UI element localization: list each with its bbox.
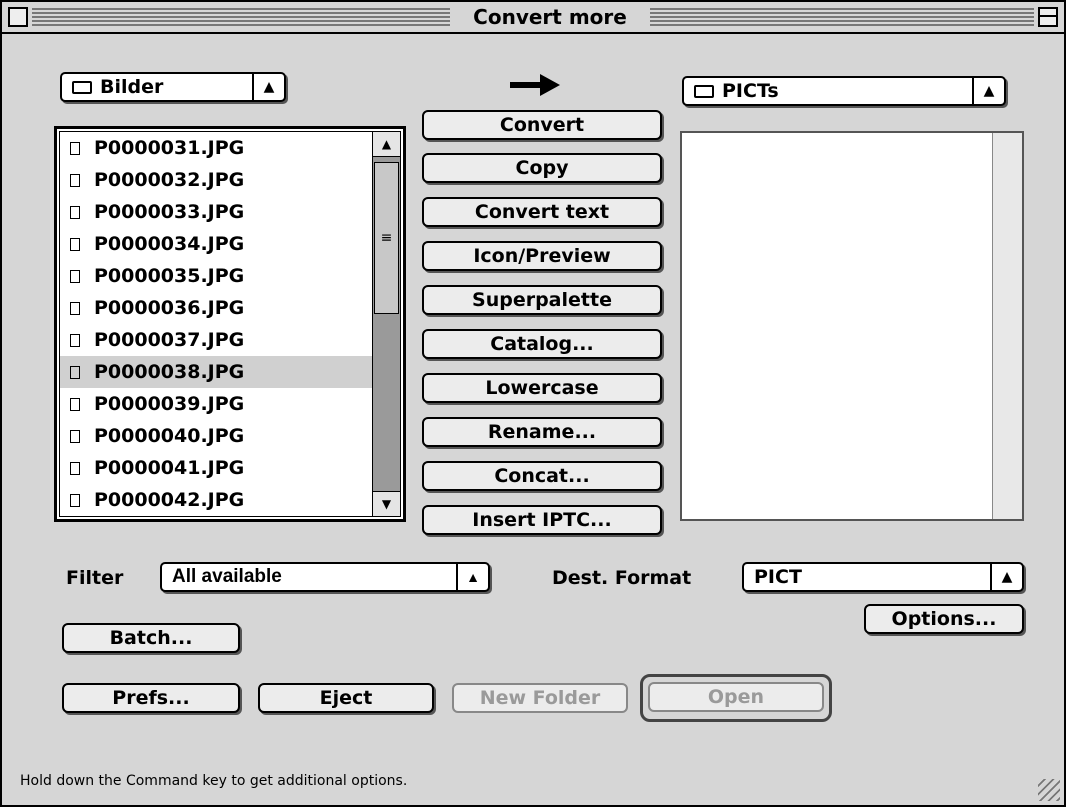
file-name: P0000031.JPG — [94, 137, 245, 159]
file-list-item[interactable]: P0000042.JPG — [60, 484, 372, 516]
file-list-item[interactable]: P0000032.JPG — [60, 164, 372, 196]
document-icon — [70, 142, 80, 155]
file-list-item[interactable]: P0000041.JPG — [60, 452, 372, 484]
convert-more-window: Convert more Bilder ▲ PICTs ▲ P0000031.J… — [0, 0, 1066, 807]
document-icon — [70, 302, 80, 315]
right-arrow-icon — [510, 74, 560, 96]
dest-format-popup[interactable]: PICT ▲ — [742, 562, 1024, 592]
source-folder-label: Bilder — [100, 76, 164, 98]
document-icon — [70, 270, 80, 283]
document-icon — [70, 494, 80, 507]
batch-button[interactable]: Batch... — [62, 623, 240, 653]
source-file-list[interactable]: P0000031.JPG P0000032.JPG P0000033.JPG P000… — [54, 126, 406, 522]
file-name: P0000037.JPG — [94, 329, 245, 351]
copy-button[interactable]: Copy — [422, 153, 662, 183]
dest-format-value: PICT — [754, 566, 802, 588]
filter-label: Filter — [66, 567, 124, 589]
file-name: P0000042.JPG — [94, 489, 245, 511]
file-name: P0000036.JPG — [94, 297, 245, 319]
eject-button[interactable]: Eject — [258, 683, 434, 713]
file-name: P0000032.JPG — [94, 169, 245, 191]
popup-arrows-icon: ▲ — [252, 74, 284, 100]
open-button[interactable]: Open — [648, 682, 824, 712]
scroll-thumb[interactable]: ≡ — [374, 162, 399, 314]
document-icon — [70, 366, 80, 379]
popup-arrows-icon: ▲ — [456, 564, 488, 590]
resize-grip-icon[interactable] — [1038, 779, 1060, 801]
file-list-item[interactable]: P0000035.JPG — [60, 260, 372, 292]
file-name: P0000039.JPG — [94, 393, 245, 415]
catalog-button[interactable]: Catalog... — [422, 329, 662, 359]
superpalette-button[interactable]: Superpalette — [422, 285, 662, 315]
file-name: P0000033.JPG — [94, 201, 245, 223]
document-icon — [70, 334, 80, 347]
file-list-item[interactable]: P0000033.JPG — [60, 196, 372, 228]
filter-popup[interactable]: All available ▲ — [160, 562, 490, 592]
file-list-item[interactable]: P0000037.JPG — [60, 324, 372, 356]
document-icon — [70, 398, 80, 411]
close-box-icon[interactable] — [8, 7, 28, 27]
popup-arrows-icon: ▲ — [972, 78, 1004, 104]
file-list-item[interactable]: P0000031.JPG — [60, 132, 372, 164]
insert-iptc-button[interactable]: Insert IPTC... — [422, 505, 662, 535]
dest-folder-popup[interactable]: PICTs ▲ — [682, 76, 1006, 106]
document-icon — [70, 462, 80, 475]
document-icon — [70, 174, 80, 187]
file-list-item[interactable]: P0000040.JPG — [60, 420, 372, 452]
dest-folder-label: PICTs — [722, 80, 779, 102]
scroll-down-arrow-icon[interactable]: ▼ — [373, 491, 400, 516]
prefs-button[interactable]: Prefs... — [62, 683, 240, 713]
file-list-item[interactable]: P0000034.JPG — [60, 228, 372, 260]
window-title: Convert more — [450, 4, 650, 30]
document-icon — [70, 430, 80, 443]
file-name: P0000040.JPG — [94, 425, 245, 447]
options-button[interactable]: Options... — [864, 604, 1024, 634]
convert-button[interactable]: Convert — [422, 110, 662, 140]
file-name: P0000038.JPG — [94, 361, 245, 383]
file-name: P0000034.JPG — [94, 233, 245, 255]
icon-preview-button[interactable]: Icon/Preview — [422, 241, 662, 271]
filter-value: All available — [172, 566, 282, 587]
file-list-item[interactable]: P0000038.JPG — [60, 356, 372, 388]
document-icon — [70, 238, 80, 251]
file-name: P0000035.JPG — [94, 265, 245, 287]
scroll-up-arrow-icon[interactable]: ▲ — [373, 132, 400, 157]
file-list-item[interactable]: P0000036.JPG — [60, 292, 372, 324]
new-folder-button[interactable]: New Folder — [452, 683, 628, 713]
popup-arrows-icon: ▲ — [990, 564, 1022, 590]
file-list-item[interactable]: P0000039.JPG — [60, 388, 372, 420]
lowercase-button[interactable]: Lowercase — [422, 373, 662, 403]
concat-button[interactable]: Concat... — [422, 461, 662, 491]
source-folder-popup[interactable]: Bilder ▲ — [60, 72, 286, 102]
title-bar[interactable]: Convert more — [2, 2, 1064, 34]
folder-icon — [694, 85, 714, 98]
dest-format-label: Dest. Format — [552, 567, 692, 589]
document-icon — [70, 206, 80, 219]
status-text: Hold down the Command key to get additio… — [20, 773, 408, 789]
rename-button[interactable]: Rename... — [422, 417, 662, 447]
dest-file-list[interactable] — [680, 131, 1024, 521]
file-name: P0000041.JPG — [94, 457, 245, 479]
dest-scrollbar[interactable] — [992, 133, 1022, 519]
collapse-box-icon[interactable] — [1038, 7, 1058, 27]
scrollbar[interactable]: ▲ ≡ ▼ — [372, 132, 400, 516]
folder-icon — [72, 81, 92, 94]
convert-text-button[interactable]: Convert text — [422, 197, 662, 227]
